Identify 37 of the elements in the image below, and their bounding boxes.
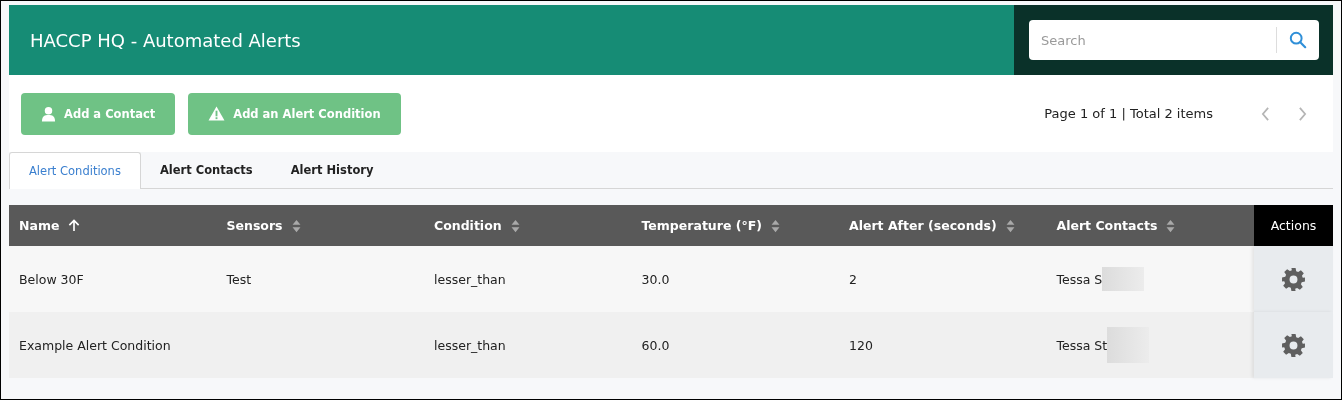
column-header[interactable]: Alert Contacts bbox=[1046, 205, 1254, 246]
table-cell: Tessa St bbox=[1056, 337, 1108, 353]
warning-icon bbox=[208, 106, 226, 121]
page-title: HACCP HQ - Automated Alerts bbox=[30, 29, 301, 51]
person-icon bbox=[41, 105, 56, 122]
settings-icon[interactable] bbox=[1281, 266, 1306, 292]
column-header[interactable]: Condition bbox=[424, 205, 632, 246]
sort-icon[interactable] bbox=[510, 218, 520, 233]
table-cell: 30.0 bbox=[641, 271, 670, 287]
column-header[interactable]: Sensors bbox=[216, 205, 424, 246]
search-icon[interactable] bbox=[1289, 31, 1307, 49]
sort-icon[interactable] bbox=[1005, 218, 1015, 233]
table-cell: 60.0 bbox=[641, 337, 670, 353]
tab[interactable]: Alert Contacts bbox=[140, 152, 272, 188]
pagination-summary: Page 1 of 1 | Total 2 items bbox=[1044, 106, 1213, 121]
previous-page-icon[interactable] bbox=[1261, 106, 1270, 121]
table-cell: 120 bbox=[849, 337, 873, 353]
table-cell: Tessa S bbox=[1056, 271, 1103, 287]
table-cell: lesser_than bbox=[434, 271, 506, 287]
sort-icon[interactable] bbox=[1166, 218, 1176, 233]
next-page-icon[interactable] bbox=[1298, 106, 1307, 121]
table-cell: Example Alert Condition bbox=[19, 337, 171, 353]
sort-icon[interactable] bbox=[771, 218, 780, 233]
settings-icon[interactable] bbox=[1281, 332, 1306, 358]
search-field[interactable]: Search bbox=[1029, 20, 1319, 60]
table-cell: lesser_than bbox=[434, 337, 506, 353]
column-header[interactable]: Name bbox=[9, 205, 217, 246]
table-cell: 2 bbox=[849, 271, 857, 287]
table-cell: Below 30F bbox=[19, 271, 84, 287]
sort-ascending-icon[interactable] bbox=[68, 219, 81, 232]
tab[interactable]: Alert Conditions bbox=[9, 152, 141, 189]
column-header[interactable]: Temperature (°F) bbox=[631, 205, 839, 246]
sort-icon[interactable] bbox=[291, 218, 301, 233]
column-header[interactable]: Alert After (seconds) bbox=[839, 205, 1047, 246]
column-header: Actions bbox=[1254, 205, 1333, 246]
tab[interactable]: Alert History bbox=[271, 152, 393, 188]
table-cell: Test bbox=[226, 271, 252, 287]
